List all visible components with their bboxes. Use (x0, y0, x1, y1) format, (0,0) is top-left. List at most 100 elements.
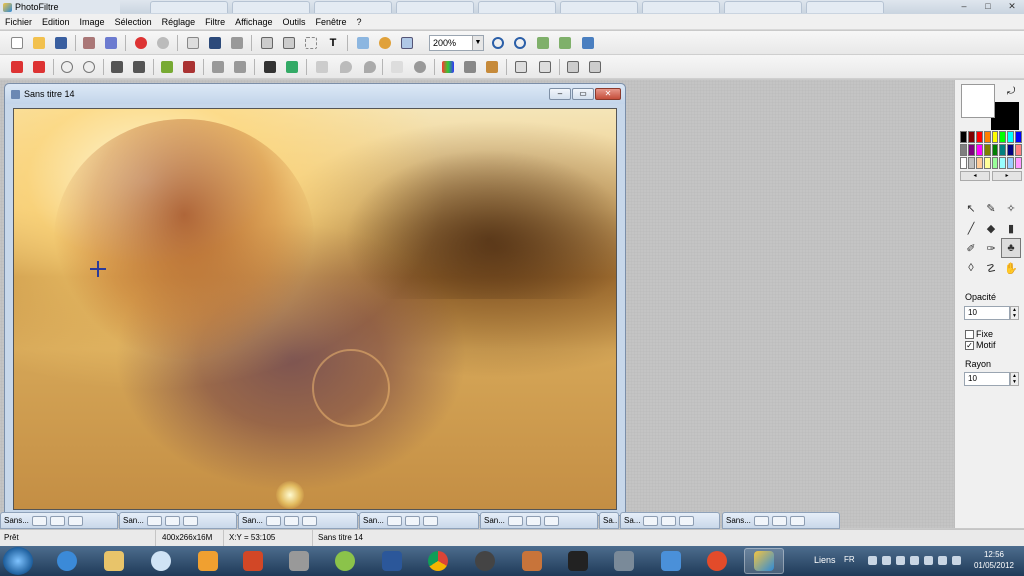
sepia-icon[interactable] (484, 59, 500, 75)
palette-swatch[interactable] (960, 131, 967, 143)
blur-icon[interactable] (314, 59, 330, 75)
app-taskbar-icon[interactable] (558, 548, 598, 574)
menu-selection[interactable]: Sélection (110, 14, 157, 30)
triangle-icon[interactable] (389, 59, 405, 75)
text-icon[interactable]: T (325, 35, 341, 51)
menu-image[interactable]: Image (75, 14, 110, 30)
brush-tool-icon[interactable]: ✐ (961, 238, 981, 258)
background-tab[interactable] (560, 1, 638, 13)
palette-swatch[interactable] (999, 157, 1007, 169)
contrast-minus-icon[interactable] (109, 59, 125, 75)
effects-icon[interactable] (377, 35, 393, 51)
saturation-minus-icon[interactable] (159, 59, 175, 75)
document-restore-button[interactable]: ▭ (572, 88, 594, 100)
background-tab[interactable] (150, 1, 228, 13)
app-taskbar-icon[interactable] (141, 548, 181, 574)
liens-toolbar[interactable]: Liens (814, 555, 836, 565)
palette-swatch[interactable] (983, 131, 991, 143)
palette-swatch[interactable] (1007, 157, 1015, 169)
contrast-plus-icon[interactable] (131, 59, 147, 75)
palette-swatch[interactable] (1015, 144, 1022, 156)
copy-icon[interactable] (185, 35, 201, 51)
palette-swatch[interactable] (999, 144, 1007, 156)
network-icon[interactable] (938, 556, 947, 565)
app-taskbar-icon[interactable] (512, 548, 552, 574)
palette-swatch[interactable] (1007, 144, 1015, 156)
explorer-taskbar-icon[interactable] (94, 548, 134, 574)
palette-swatch[interactable] (983, 157, 991, 169)
crop-icon[interactable] (303, 35, 319, 51)
eyedropper-tool-icon[interactable]: ✎ (981, 198, 1001, 218)
gamma-minus-icon[interactable] (210, 59, 226, 75)
clock[interactable]: 12:56 01/05/2012 (974, 549, 1014, 571)
fixe-checkbox[interactable]: Fixe (965, 329, 993, 339)
fullscreen-icon[interactable] (580, 35, 596, 51)
minimized-window[interactable]: Sa... (620, 512, 720, 529)
palette-swatch[interactable] (983, 144, 991, 156)
auto-levels-icon[interactable] (9, 59, 25, 75)
fit-window-icon[interactable] (535, 35, 551, 51)
menu-edition[interactable]: Edition (37, 14, 75, 30)
ie-taskbar-icon[interactable] (47, 548, 87, 574)
filter-dark-icon[interactable] (262, 59, 278, 75)
word-taskbar-icon[interactable] (372, 548, 412, 574)
swap-colors-icon[interactable]: ⤾ (1007, 86, 1015, 97)
chevron-down-icon[interactable]: ▼ (472, 36, 483, 50)
minimized-window[interactable]: San... (480, 512, 598, 529)
tray-icon[interactable] (910, 556, 919, 565)
background-tab[interactable] (232, 1, 310, 13)
magic-wand-tool-icon[interactable]: ✧ (1001, 198, 1021, 218)
motif-checkbox[interactable]: ✓ Motif (965, 340, 996, 350)
smudge-tool-icon[interactable]: ☡ (981, 258, 1001, 278)
palette-swatch[interactable] (999, 131, 1007, 143)
app-taskbar-icon[interactable] (651, 548, 691, 574)
menu-affichage[interactable]: Affichage (230, 14, 277, 30)
background-tab[interactable] (724, 1, 802, 13)
save-icon[interactable] (53, 35, 69, 51)
maximize-button[interactable]: □ (976, 0, 1000, 14)
close-button[interactable]: ✕ (1000, 0, 1024, 14)
minimized-window[interactable]: San... (119, 512, 237, 529)
tray-icon[interactable] (896, 556, 905, 565)
menu-fichier[interactable]: Fichier (0, 14, 37, 30)
palette-swatch[interactable] (1007, 131, 1015, 143)
new-file-icon[interactable] (9, 35, 25, 51)
print-icon[interactable] (81, 35, 97, 51)
language-indicator[interactable]: FR (844, 555, 855, 564)
chrome-taskbar-icon[interactable] (418, 548, 458, 574)
tray-icon[interactable] (924, 556, 933, 565)
open-folder-icon[interactable] (31, 35, 47, 51)
palette-swatch[interactable] (967, 144, 975, 156)
palette-swatch[interactable] (1015, 131, 1022, 143)
palette-swatch[interactable] (967, 131, 975, 143)
pointer-tool-icon[interactable]: ↖ (961, 198, 981, 218)
opacity-field[interactable]: 10 ▲ ▼ (964, 306, 1019, 320)
fill-tool-icon[interactable]: ◆ (981, 218, 1001, 238)
foreground-color-swatch[interactable] (961, 84, 995, 118)
spray-tool-icon[interactable]: ▮ (1001, 218, 1021, 238)
palette-swatch[interactable] (960, 157, 967, 169)
minimized-window[interactable]: San... (238, 512, 358, 529)
start-button[interactable] (3, 547, 33, 575)
minimized-window[interactable]: San... (359, 512, 479, 529)
blur-drop-tool-icon[interactable]: ◊ (961, 258, 981, 278)
document-close-button[interactable]: ✕ (595, 88, 621, 100)
minimize-button[interactable]: – (952, 0, 976, 14)
palette-right-icon[interactable]: ▸ (992, 171, 1022, 181)
grayscale-icon[interactable] (462, 59, 478, 75)
palette-swatch[interactable] (967, 157, 975, 169)
line-tool-icon[interactable]: ╱ (961, 218, 981, 238)
palette-swatch[interactable] (991, 157, 999, 169)
minimized-window[interactable]: Sa... (599, 512, 619, 529)
rayon-field[interactable]: 10 ▲ ▼ (964, 372, 1019, 386)
clipboard-icon[interactable] (229, 35, 245, 51)
volume-icon[interactable] (952, 556, 961, 565)
photofiltre-taskbar-icon[interactable] (744, 548, 784, 574)
opacity-spinner[interactable]: ▲ ▼ (1010, 306, 1019, 320)
motif-box[interactable]: ✓ (965, 340, 974, 350)
document-title-bar[interactable]: Sans titre 14 (5, 84, 625, 104)
filter-green-icon[interactable] (284, 59, 300, 75)
menu-help[interactable]: ? (352, 14, 367, 30)
flip-vertical-icon[interactable] (537, 59, 553, 75)
minimized-window[interactable]: Sans... (722, 512, 840, 529)
